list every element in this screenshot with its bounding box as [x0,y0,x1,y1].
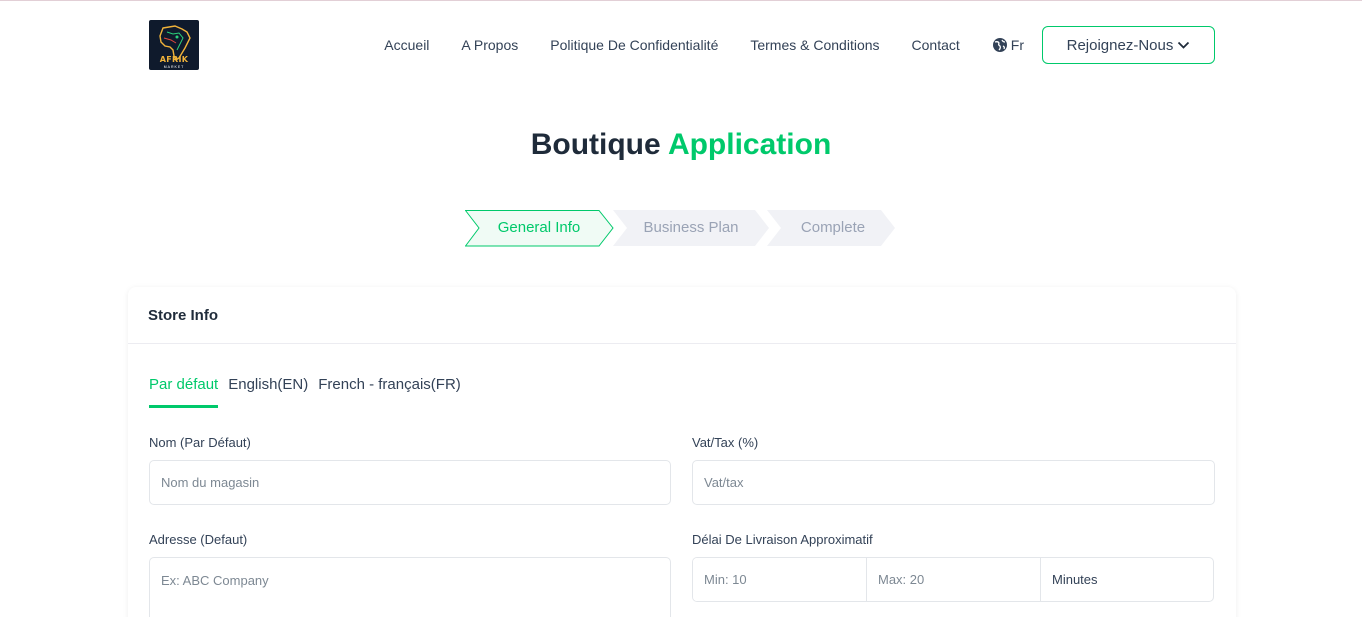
step-complete[interactable]: Complete [767,210,897,246]
step-business-plan[interactable]: Business Plan [613,210,769,246]
top-border-line [0,0,1362,1]
tab-english[interactable]: English(EN) [228,376,308,408]
page-title-accent: Application [667,128,832,161]
nav-link-terms-conditions[interactable]: Termes & Conditions [750,37,879,53]
store-name-input[interactable] [149,460,671,505]
nav-link-contact[interactable]: Contact [912,37,960,53]
tab-french[interactable]: French - français(FR) [318,376,461,408]
nav-link-accueil[interactable]: Accueil [384,37,429,53]
store-name-label: Nom (Par Défaut) [149,435,251,450]
delivery-unit-select[interactable]: Minutes [1041,558,1213,601]
step-label: Business Plan [643,219,739,236]
delivery-min-input[interactable] [693,558,867,601]
step-general-info[interactable]: General Info [465,210,615,247]
language-selector[interactable]: Fr [992,37,1024,53]
join-us-dropdown-button[interactable]: Rejoignez-Nous [1042,26,1215,64]
nav-link-privacy-policy[interactable]: Politique De Confidentialité [550,37,718,53]
vat-tax-label: Vat/Tax (%) [692,435,759,450]
page-title-main: Boutique [530,128,661,161]
step-label: General Info [497,219,581,236]
main-nav: Accueil A Propos Politique De Confidenti… [384,37,960,53]
step-label: Complete [800,219,866,236]
page-title: Boutique Application [0,128,1362,162]
address-textarea[interactable] [149,557,671,617]
vat-tax-input[interactable] [692,460,1215,505]
logo-subtitle: MARKET [163,65,185,69]
join-us-label: Rejoignez-Nous [1066,36,1174,54]
chevron-down-icon [1178,41,1190,49]
language-tabs: Par défaut English(EN) French - français… [149,376,471,408]
card-title: Store Info [128,287,1236,344]
afrik-market-logo[interactable]: AFRIK MARKET [149,20,199,70]
logo-wordmark: AFRIK [159,55,189,64]
tab-default[interactable]: Par défaut [149,376,219,408]
nav-link-a-propos[interactable]: A Propos [461,37,518,53]
delivery-time-label: Délai De Livraison Approximatif [692,532,873,547]
store-info-card: Store Info Par défaut English(EN) French… [128,287,1236,617]
delivery-time-group: Minutes [692,557,1214,602]
address-label: Adresse (Defaut) [149,532,248,547]
site-header: AFRIK MARKET Accueil A Propos Politique … [149,20,1215,70]
delivery-max-input[interactable] [867,558,1041,601]
language-label: Fr [1010,37,1024,53]
globe-icon [992,38,1007,52]
